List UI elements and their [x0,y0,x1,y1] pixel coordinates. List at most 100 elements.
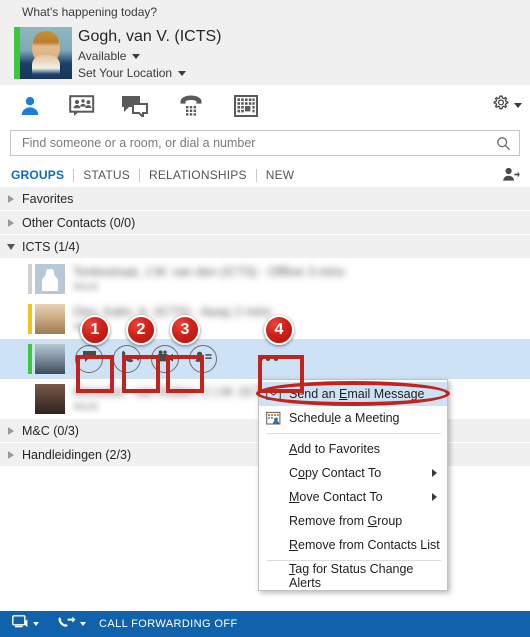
envelope-icon [265,386,282,402]
chat-rooms-icon [69,95,95,117]
video-camera-icon [157,350,174,368]
tab-conversations[interactable] [113,91,157,121]
my-avatar-image[interactable] [20,27,72,79]
more-options-icon [258,357,278,361]
annotation-badge-4: 4 [264,315,294,345]
menu-label: Schedule a Meeting [289,411,400,425]
send-im-button[interactable] [75,345,103,373]
group-label: ICTS (1/4) [22,239,80,254]
menu-item-add-to-favorites[interactable]: Add to Favorites [259,437,447,461]
menu-item-schedule-meeting[interactable]: Schedule a Meeting [259,406,447,430]
search-icon[interactable] [492,136,519,151]
add-contact-icon [502,167,520,188]
menu-item-tag-for-status-change-alerts[interactable]: Tag for Status Change Alerts [259,562,447,590]
menu-label: Remove from Group [289,514,403,528]
avatar [35,304,65,334]
contact-status: Work [73,281,99,293]
annotation-badge-3: 3 [170,315,200,345]
menu-item-copy-contact-to[interactable]: Copy Contact To [259,461,447,485]
my-info: Gogh, van V. (ICTS) Available Set Your L… [78,26,221,82]
group-header-favorites[interactable]: Favorites [0,187,530,211]
list-item[interactable]: Tonkestraat, J.W. van den (ICTS) - Offli… [0,259,530,299]
my-status-label: Available [78,49,127,63]
phone-icon [120,349,135,369]
video-call-button[interactable] [151,345,179,373]
contact-card-icon [195,350,212,368]
chevron-right-icon[interactable] [0,218,22,227]
my-status-selector[interactable]: Available [78,48,221,65]
chevron-right-icon[interactable] [0,194,22,203]
avatar[interactable] [14,27,72,79]
phone-dialpad-icon [178,94,204,118]
avatar [35,264,65,294]
chevron-right-icon [432,469,437,477]
group-header-other-contacts[interactable]: Other Contacts (0/0) [0,211,530,235]
status-bar: CALL FORWARDING OFF [0,611,530,637]
menu-label: Tag for Status Change Alerts [289,562,414,590]
options-button[interactable] [493,95,522,116]
chevron-down-icon [33,622,39,626]
menu-label: Remove from Contacts List [289,538,440,552]
chevron-down-icon[interactable] [135,357,141,361]
chevron-down-icon [132,54,141,59]
contact-text: Tonkestraat, J.W. van den (ICTS) - Offli… [73,265,530,293]
chat-bubble-icon [82,350,97,368]
my-location-selector[interactable]: Set Your Location [78,65,221,82]
personal-note-bar[interactable]: What's happening today? [0,0,530,24]
tab-new[interactable]: NEW [257,163,304,187]
annotation-badge-2: 2 [126,315,156,345]
gear-icon [493,95,509,116]
group-header-icts[interactable]: ICTS (1/4) [0,235,530,259]
chevron-down-icon [178,71,187,76]
chevron-right-icon[interactable] [0,450,22,459]
menu-label: Move Contact To [289,490,383,504]
avatar [35,344,65,374]
presence-indicator [28,304,32,334]
my-display-name: Gogh, van V. (ICTS) [78,28,222,45]
menu-item-move-contact-to[interactable]: Move Contact To [259,485,447,509]
tab-relationships[interactable]: RELATIONSHIPS [140,163,256,187]
annotation-badge-1: 1 [80,315,110,345]
my-identity-area: Gogh, van V. (ICTS) Available Set Your L… [0,24,530,85]
tab-groups[interactable]: GROUPS [0,163,73,187]
contact-card-button[interactable] [189,345,217,373]
audio-device-button[interactable] [12,614,39,634]
calendar-icon [234,95,258,117]
menu-label: Send an Email Message [289,387,425,401]
presence-indicator [28,344,32,374]
tab-contacts[interactable] [8,91,52,121]
group-label: M&C (0/3) [22,423,79,438]
calendar-person-icon [265,410,282,426]
more-options-button[interactable] [251,345,285,373]
avatar [35,384,65,414]
tab-chat-rooms[interactable] [60,91,104,121]
search-input[interactable] [11,131,492,155]
search-box[interactable] [10,130,520,156]
menu-separator [267,560,441,561]
tab-phone[interactable] [169,91,213,121]
my-location-label: Set Your Location [78,66,173,80]
presence-indicator [28,264,32,294]
menu-separator [267,433,441,434]
contact-context-menu[interactable]: Send an Email Message Schedule a Meeting… [258,379,448,591]
tab-status[interactable]: STATUS [74,163,139,187]
menu-item-remove-from-contacts-list[interactable]: Remove from Contacts List [259,533,447,557]
quick-actions-strip [75,339,285,379]
chevron-right-icon[interactable] [0,426,22,435]
group-label: Other Contacts (0/0) [22,215,136,230]
personal-note-text[interactable]: What's happening today? [0,5,157,19]
chevron-down-icon[interactable] [0,243,22,250]
call-forwarding-status[interactable]: CALL FORWARDING OFF [99,618,238,630]
lync-contacts-window: What's happening today? Gogh, van V. (IC… [0,0,530,637]
call-forwarding-button[interactable] [57,615,86,634]
add-contact-button[interactable] [502,166,520,189]
menu-item-remove-from-group[interactable]: Remove from Group [259,509,447,533]
list-item-selected[interactable] [0,339,530,379]
chevron-right-icon [432,493,437,501]
tab-meetings[interactable] [224,91,268,121]
presence-indicator [28,384,32,414]
menu-item-send-email[interactable]: Send an Email Message [259,382,447,406]
call-forward-icon [57,615,76,634]
menu-label: Add to Favorites [289,442,381,456]
contacts-icon [19,95,41,117]
